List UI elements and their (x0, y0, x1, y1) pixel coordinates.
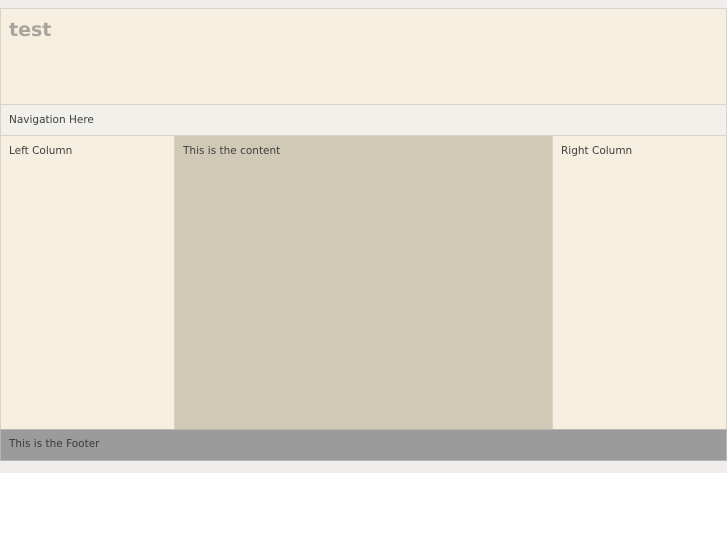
navigation-bar: Navigation Here (0, 104, 727, 136)
navigation-text: Navigation Here (9, 114, 94, 126)
left-column: Left Column (0, 135, 175, 430)
main-content: This is the content (174, 135, 553, 430)
site-footer: This is the Footer (0, 429, 727, 461)
right-column-text: Right Column (561, 145, 633, 157)
content-text: This is the content (183, 145, 281, 157)
left-column-text: Left Column (9, 145, 73, 157)
site-title: test (9, 19, 52, 41)
right-column: Right Column (552, 135, 727, 430)
footer-text: This is the Footer (9, 438, 100, 450)
page: test Navigation Here Left Column This is… (0, 0, 727, 545)
site-header: test (0, 8, 727, 105)
